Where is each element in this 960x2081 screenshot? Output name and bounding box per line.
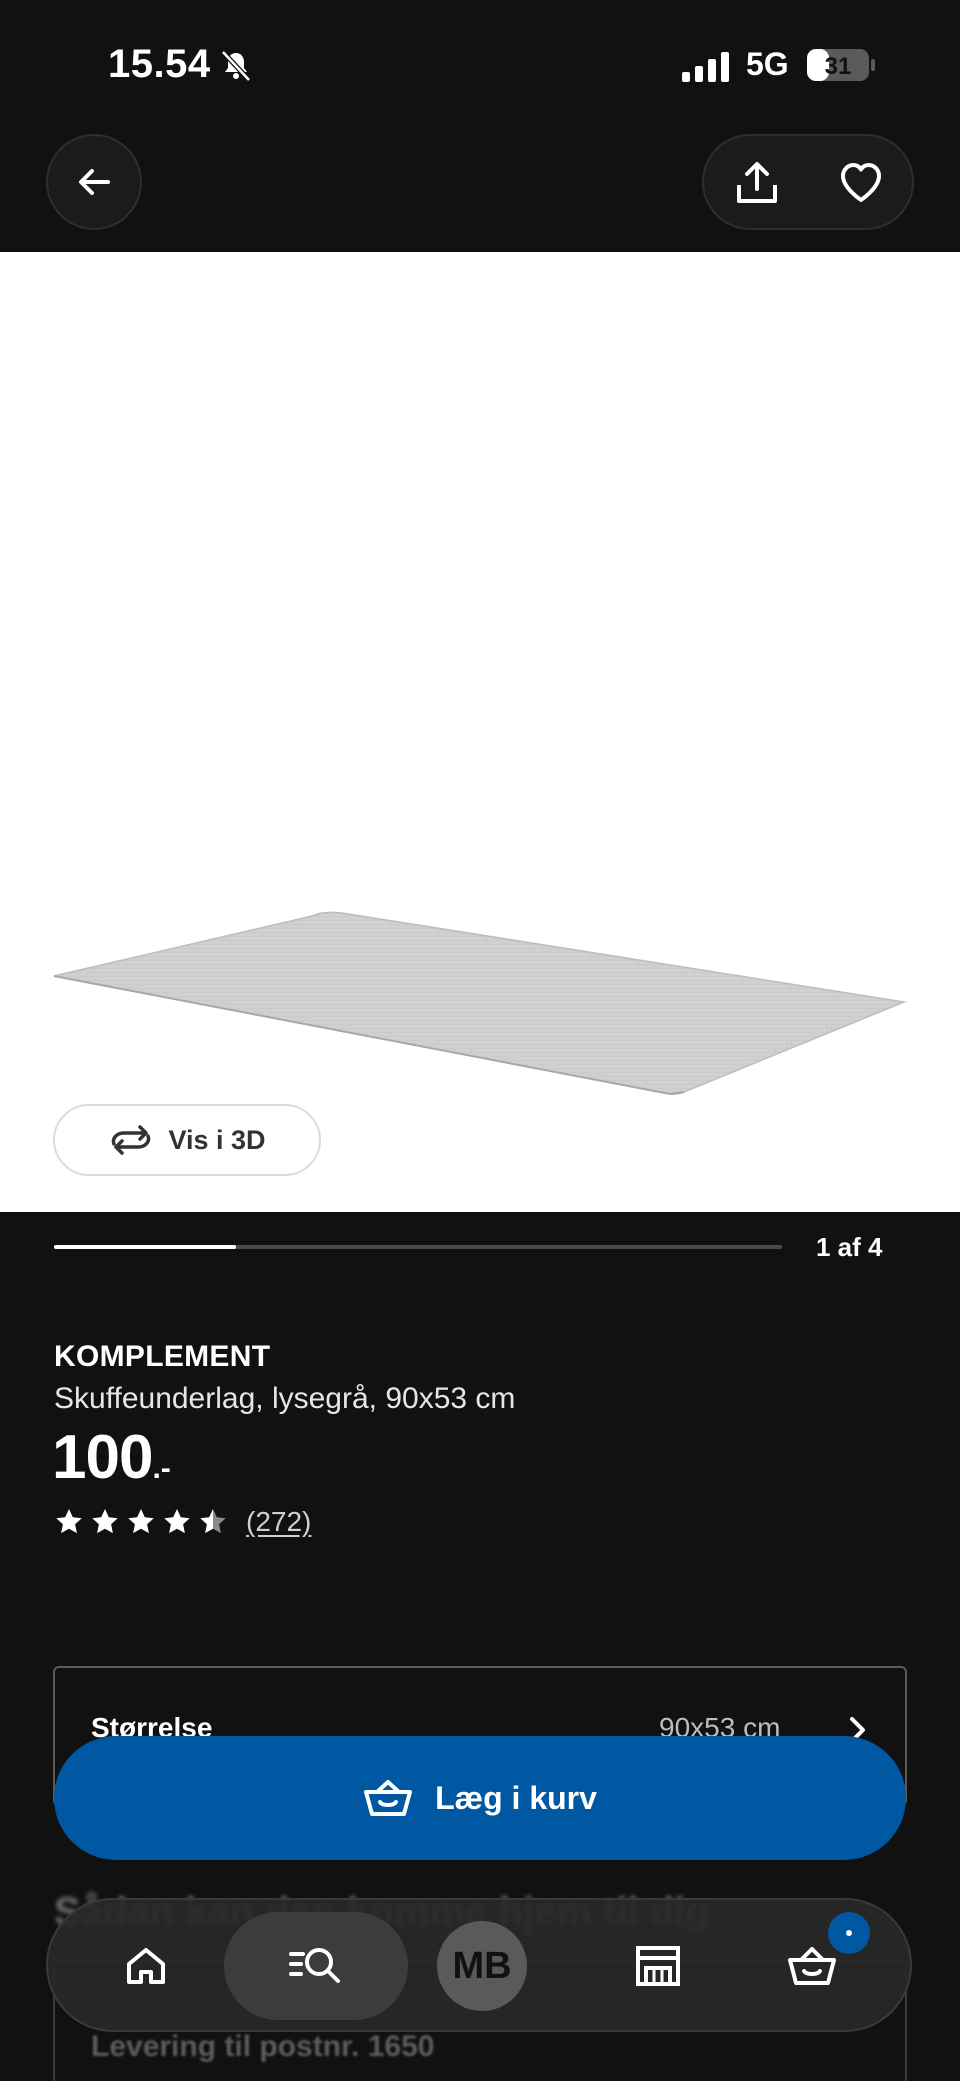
basket-badge xyxy=(828,1912,870,1954)
rotate-3d-icon xyxy=(112,1125,151,1155)
signal-icon xyxy=(682,52,729,82)
bell-muted-icon xyxy=(221,50,251,82)
top-nav xyxy=(0,130,960,252)
rating-stars xyxy=(54,1507,228,1537)
tab-home[interactable] xyxy=(104,1912,188,2020)
arrow-left-icon xyxy=(79,169,110,195)
tab-search[interactable] xyxy=(224,1912,408,2020)
delivery-postcode: Levering til postnr. 1650 xyxy=(91,2030,435,2063)
tab-store[interactable] xyxy=(616,1912,700,2020)
product-rating[interactable]: (272) xyxy=(54,1506,311,1538)
star-icon xyxy=(164,1509,190,1534)
store-icon xyxy=(636,1946,680,1986)
view-3d-label: Vis i 3D xyxy=(168,1124,266,1155)
product-image xyxy=(53,911,907,1096)
product-description: Skuffeunderlag, lysegrå, 90x53 cm xyxy=(54,1382,516,1415)
share-button[interactable] xyxy=(724,150,790,216)
home-icon xyxy=(127,1948,165,1984)
gallery-page-indicator: 1 af 4 xyxy=(816,1232,883,1262)
action-pill xyxy=(702,134,914,230)
review-count[interactable]: (272) xyxy=(246,1506,311,1538)
gallery-progress-fill xyxy=(54,1245,236,1249)
favorite-button[interactable] xyxy=(828,150,894,216)
star-icon xyxy=(56,1509,82,1534)
heart-icon xyxy=(841,163,881,202)
status-time: 15.54 xyxy=(108,42,211,86)
product-price: 100.- xyxy=(52,1422,171,1493)
battery-level: 31 xyxy=(825,53,852,80)
gallery-progress xyxy=(54,1245,782,1249)
price-amount: 100 xyxy=(52,1423,153,1492)
star-icon xyxy=(200,1509,226,1534)
star-icon xyxy=(92,1509,118,1534)
price-suffix: .- xyxy=(152,1452,171,1485)
star-icon xyxy=(128,1509,154,1534)
basket-badge-dot xyxy=(846,1930,852,1936)
back-button[interactable] xyxy=(46,134,142,230)
basket-icon xyxy=(788,1947,836,1985)
product-image-gallery[interactable]: Vis i 3D xyxy=(0,252,960,1212)
add-to-cart-label: Læg i kurv xyxy=(435,1779,597,1816)
tab-profile[interactable]: MB xyxy=(434,1912,530,2020)
product-name: KOMPLEMENT xyxy=(54,1340,271,1373)
avatar: MB xyxy=(437,1921,527,2011)
battery-icon: 31 xyxy=(807,49,875,81)
basket-icon xyxy=(364,1780,413,1816)
share-icon xyxy=(737,162,777,203)
network-type: 5G xyxy=(746,46,789,82)
status-bar: 15.54 5G 31 xyxy=(0,0,960,130)
add-to-cart-button[interactable]: Læg i kurv xyxy=(54,1736,906,1860)
search-icon xyxy=(289,1948,340,1983)
view-3d-button[interactable]: Vis i 3D xyxy=(53,1104,321,1176)
bottom-tab-bar: MB xyxy=(46,1898,912,2032)
